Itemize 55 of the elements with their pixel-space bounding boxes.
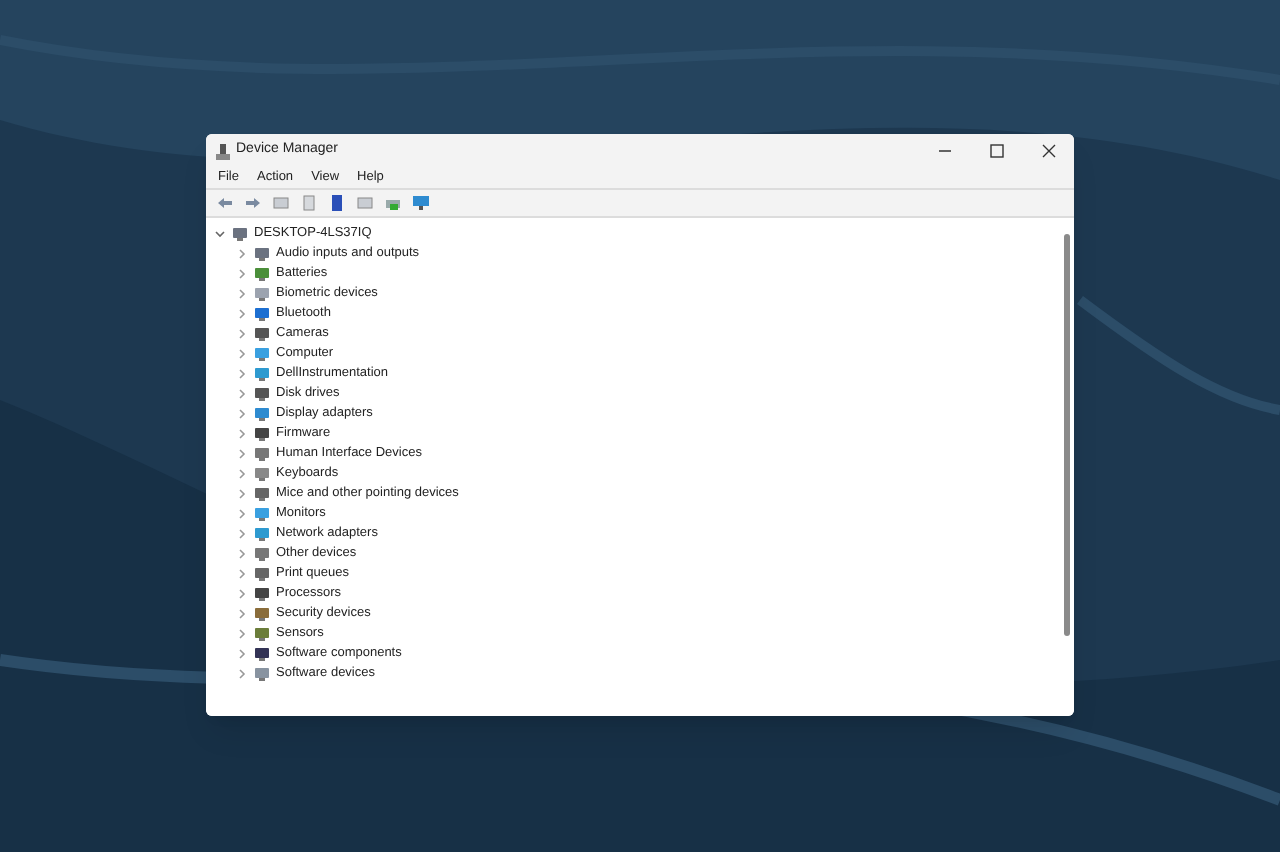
close-icon	[1041, 144, 1055, 158]
help-icon[interactable]	[326, 192, 348, 214]
device-icon	[254, 246, 270, 262]
device-icon	[254, 426, 270, 442]
device-icon	[254, 646, 270, 662]
chevron-right-icon[interactable]	[236, 288, 248, 300]
chevron-right-icon[interactable]	[236, 388, 248, 400]
device-icon	[254, 466, 270, 482]
device-icon	[254, 266, 270, 282]
device-icon	[254, 306, 270, 322]
device-icon	[254, 586, 270, 602]
device-icon	[254, 406, 270, 422]
minimize-icon	[937, 144, 951, 158]
monitor-icon[interactable]	[410, 192, 432, 214]
device-icon	[254, 666, 270, 682]
chevron-right-icon[interactable]	[236, 648, 248, 660]
maximize-icon	[989, 144, 1003, 158]
properties-icon[interactable]	[270, 192, 292, 214]
device-icon	[254, 506, 270, 522]
chevron-down-icon[interactable]	[214, 228, 226, 240]
device-icon	[254, 386, 270, 402]
chevron-right-icon[interactable]	[236, 568, 248, 580]
chevron-right-icon[interactable]	[236, 448, 248, 460]
device-icon	[254, 286, 270, 302]
chevron-right-icon[interactable]	[236, 348, 248, 360]
device-icon	[254, 546, 270, 562]
device-icon	[254, 526, 270, 542]
device-icon	[232, 226, 248, 242]
chevron-right-icon[interactable]	[236, 508, 248, 520]
device-icon	[254, 346, 270, 362]
device-icon	[254, 366, 270, 382]
device-icon	[254, 326, 270, 342]
chevron-right-icon[interactable]	[236, 328, 248, 340]
chevron-right-icon[interactable]	[236, 468, 248, 480]
chevron-right-icon[interactable]	[236, 248, 248, 260]
chevron-right-icon[interactable]	[236, 488, 248, 500]
device-icon	[254, 446, 270, 462]
chevron-right-icon[interactable]	[236, 668, 248, 680]
chevron-right-icon[interactable]	[236, 368, 248, 380]
chevron-right-icon[interactable]	[236, 268, 248, 280]
device-icon	[254, 606, 270, 622]
device-icon	[254, 566, 270, 582]
forward-arrow-icon[interactable]	[242, 192, 264, 214]
back-arrow-icon[interactable]	[214, 192, 236, 214]
chevron-right-icon[interactable]	[236, 308, 248, 320]
chevron-right-icon[interactable]	[236, 528, 248, 540]
chevron-right-icon[interactable]	[236, 628, 248, 640]
device-icon	[254, 626, 270, 642]
chevron-right-icon[interactable]	[236, 588, 248, 600]
chevron-right-icon[interactable]	[236, 608, 248, 620]
chevron-right-icon[interactable]	[236, 428, 248, 440]
chevron-right-icon[interactable]	[236, 408, 248, 420]
computer-icon	[216, 143, 230, 159]
device-icon	[254, 486, 270, 502]
chevron-right-icon[interactable]	[236, 548, 248, 560]
